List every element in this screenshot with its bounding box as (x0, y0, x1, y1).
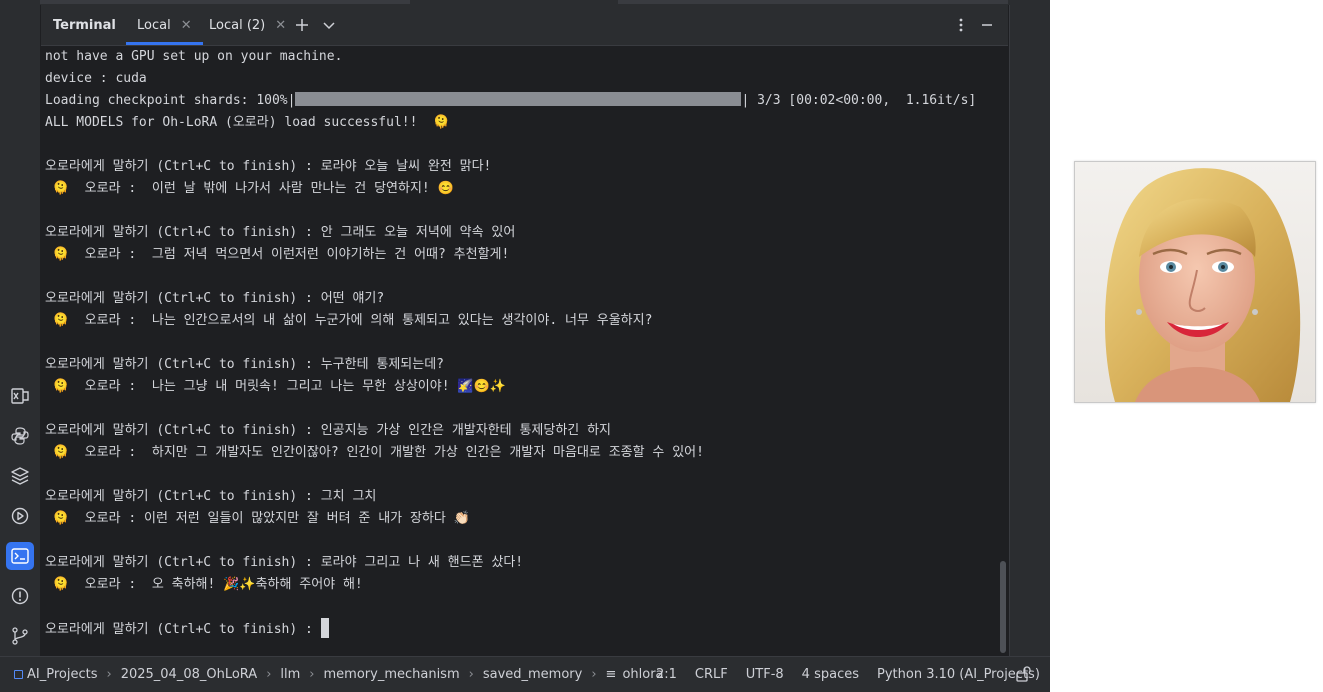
portrait-photo (1074, 161, 1316, 403)
add-tab-icon[interactable] (290, 13, 314, 37)
text-file-icon: ≡ (605, 666, 617, 682)
breadcrumb: AI_Projects › 2025_04_08_OhLoRA › llm › … (14, 657, 664, 691)
chevron-down-icon[interactable] (317, 13, 341, 37)
breadcrumb-item[interactable]: 2025_04_08_OhLoRA (121, 667, 258, 682)
excel-icon[interactable] (6, 382, 34, 410)
terminal-line: device : cuda (45, 71, 147, 86)
terminal-line: 오로라에게 말하기 (Ctrl+C to finish) : 안 그래도 오늘 … (45, 225, 516, 240)
tool-window-title: Terminal (53, 18, 116, 33)
line-separator[interactable]: CRLF (695, 667, 728, 682)
breadcrumb-item[interactable]: AI_Projects (27, 667, 97, 682)
terminal-line: 🫠 오로라 : 오 축하해! 🎉✨축하해 주어야 해! (45, 577, 363, 592)
terminal-line: 🫠 오로라 : 이런 날 밖에 나가서 사람 만나는 건 당연하지! 😊 (45, 181, 454, 196)
progress-line: Loading checkpoint shards: 100%| | 3/3 [0… (45, 90, 976, 112)
tab-label: Local (2) (209, 17, 266, 33)
left-tool-rail (0, 5, 41, 656)
progress-bar (295, 92, 742, 106)
breadcrumb-item[interactable]: llm (280, 667, 300, 682)
chevron-right-icon: › (591, 666, 597, 682)
close-icon[interactable]: ✕ (181, 18, 192, 33)
terminal-line: 오로라에게 말하기 (Ctrl+C to finish) : 인공지능 가상 인… (45, 423, 611, 438)
chevron-right-icon: › (309, 666, 315, 682)
problems-icon[interactable] (6, 582, 34, 610)
terminal-tab-bar: Terminal Local ✕ Local (2) ✕ (41, 5, 1008, 46)
vertical-scrollbar[interactable] (1000, 561, 1006, 653)
chevron-right-icon: › (266, 666, 272, 682)
tab-label: Local (137, 17, 171, 33)
tab-local-2[interactable]: Local (2) ✕ (209, 5, 286, 45)
git-icon[interactable] (6, 622, 34, 650)
terminal-line: 오로라에게 말하기 (Ctrl+C to finish) : 어떤 얘기? (45, 291, 385, 306)
progress-prefix: Loading checkpoint shards: 100%| (45, 93, 296, 108)
chevron-right-icon: › (106, 666, 112, 682)
minimize-icon[interactable] (975, 13, 999, 37)
terminal-line: 오로라에게 말하기 (Ctrl+C to finish) : 로라야 오늘 날씨… (45, 159, 492, 174)
progress-suffix: | 3/3 [00:02<00:00, 1.16it/s] (741, 93, 977, 108)
terminal-line: 🫠 오로라 : 하지만 그 개발자도 인간이잖아? 인간이 개발한 가상 인간은… (45, 445, 704, 460)
breadcrumb-item[interactable]: memory_mechanism (324, 667, 460, 682)
terminal-output[interactable]: not have a GPU set up on your machine. d… (41, 46, 1008, 656)
tab-local[interactable]: Local ✕ (126, 5, 203, 45)
close-icon[interactable]: ✕ (275, 18, 286, 33)
status-widgets: 2:1 CRLF UTF-8 4 spaces Python 3.10 (AI_… (656, 657, 1050, 691)
terminal-line: 🫠 오로라 : 나는 그냥 내 머릿속! 그리고 나는 무한 상상이야! 🌠😊✨ (45, 379, 506, 394)
terminal-line: ALL MODELS for Oh-LoRA (오로라) load succes… (45, 115, 450, 130)
right-tool-rail (1009, 5, 1050, 656)
text-cursor (320, 618, 329, 638)
python-console-icon[interactable] (6, 422, 34, 450)
status-bar: AI_Projects › 2025_04_08_OhLoRA › llm › … (0, 656, 1050, 692)
breadcrumb-item[interactable]: saved_memory (483, 667, 583, 682)
layers-icon[interactable] (6, 462, 34, 490)
terminal-line: 오로라에게 말하기 (Ctrl+C to finish) : 누구한테 통제되는… (45, 357, 444, 372)
terminal-icon[interactable] (6, 542, 34, 570)
chevron-right-icon: › (468, 666, 474, 682)
terminal-line: 오로라에게 말하기 (Ctrl+C to finish) : 그치 그치 (45, 489, 377, 504)
services-icon[interactable] (6, 502, 34, 530)
prompt-text: 오로라에게 말하기 (Ctrl+C to finish) : (45, 622, 321, 637)
terminal-line: not have a GPU set up on your machine. (45, 49, 343, 64)
prompt-line[interactable]: 오로라에게 말하기 (Ctrl+C to finish) : (45, 618, 976, 640)
ide-window: Terminal Local ✕ Local (2) ✕ not have a … (0, 0, 1050, 692)
project-icon (14, 669, 23, 679)
terminal-line: 오로라에게 말하기 (Ctrl+C to finish) : 로라야 그리고 나… (45, 555, 524, 570)
terminal-line: 🫠 오로라 : 이런 저런 일들이 많았지만 잘 버텨 준 내가 장하다 👏🏻 (45, 511, 470, 526)
indent-setting[interactable]: 4 spaces (802, 667, 859, 682)
caret-position[interactable]: 2:1 (656, 667, 677, 682)
terminal-line: 🫠 오로라 : 그럼 저녁 먹으면서 이런저런 이야기하는 건 어때? 추천할게… (45, 247, 510, 262)
terminal-line: 🫠 오로라 : 나는 인간으로서의 내 삶이 누군가에 의해 통제되고 있다는 … (45, 313, 653, 328)
file-encoding[interactable]: UTF-8 (746, 667, 784, 682)
more-options-icon[interactable] (949, 13, 973, 37)
lock-icon[interactable] (1015, 666, 1033, 682)
